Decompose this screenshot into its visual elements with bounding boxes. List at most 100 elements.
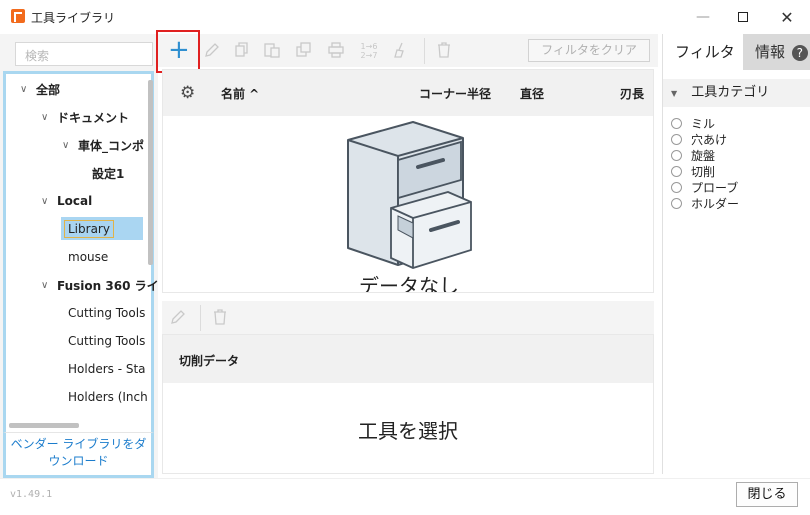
tree-label: Fusion 360 ライ (57, 278, 159, 293)
radio-button[interactable] (671, 117, 682, 129)
column-diameter[interactable]: 直径 (520, 85, 544, 102)
category-holder[interactable]: ホルダー (671, 195, 739, 211)
horizontal-scrollbar[interactable] (9, 423, 79, 428)
window-title: 工具ライブラリ (31, 11, 116, 25)
clean-brush-icon[interactable] (390, 41, 410, 61)
download-vendor-library-link[interactable]: ベンダー ライブラリをダ ウンロード (3, 432, 154, 478)
tree-label: Cutting Tools (68, 334, 146, 348)
library-tree: ∨ 全部 ∨ ドキュメント ∨ 車体_コンポ 設定1 ∨ Local Libra… (3, 71, 159, 478)
title-bar: 工具ライブラリ — ✕ (0, 0, 810, 34)
library-panel: 検索 ∨ 全部 ∨ ドキュメント ∨ 車体_コンポ 設定1 ∨ Local Li… (0, 34, 159, 478)
tree-label: Holders (Inch (68, 390, 148, 404)
chevron-down-icon[interactable]: ∨ (41, 196, 53, 207)
clear-filter-button[interactable]: フィルタをクリア (528, 39, 650, 62)
edit-pencil-icon[interactable] (168, 308, 188, 328)
category-cutting[interactable]: 切削 (671, 163, 715, 179)
vendor-link-line2: ウンロード (48, 454, 109, 468)
radio-button[interactable] (671, 149, 682, 161)
grid-header: ⚙ 名前 ^ コーナー半径 直径 刃長 (163, 70, 653, 116)
radio-button[interactable] (671, 197, 682, 209)
category-drill[interactable]: 穴あけ (671, 131, 727, 147)
tree-label: ドキュメント (57, 110, 130, 125)
category-label: 穴あけ (691, 132, 728, 147)
radio-button[interactable] (671, 165, 682, 177)
footer-divider (0, 478, 810, 479)
edit-pencil-icon[interactable] (202, 41, 222, 61)
cutting-toolbar (162, 301, 654, 334)
category-label: 切削 (691, 164, 716, 179)
collapse-triangle-icon: ▼ (671, 89, 678, 98)
copy-icon[interactable] (232, 41, 252, 61)
tree-item-document[interactable]: ∨ ドキュメント (41, 106, 129, 128)
renumber-icon[interactable]: 1→6 2→7 (356, 41, 382, 61)
tree-label: Holders - Sta (68, 362, 146, 376)
tree-label: Library (64, 220, 114, 238)
cutting-data-label: 切削データ (179, 354, 240, 368)
maximize-icon (738, 12, 748, 22)
tree-item-holders-standard[interactable]: Holders - Sta (68, 358, 146, 380)
tree-label: mouse (68, 250, 109, 264)
vendor-link-line1: ベンダー ライブラリをダ (10, 437, 147, 451)
category-label: プローブ (691, 180, 739, 195)
tree-item-cutting-tools-1[interactable]: Cutting Tools (68, 302, 145, 324)
filter-panel: フィルタ 情報 ? ▼ 工具カテゴリ ミル 穴あけ 旋盤 切削 プローブ ホルダ… (662, 34, 810, 474)
search-input[interactable]: 検索 (15, 42, 153, 66)
tree-item-holders-inch[interactable]: Holders (Inch (68, 386, 148, 408)
empty-cabinet-illustration (347, 121, 472, 269)
tree-label: 全部 (36, 82, 61, 97)
tool-toolbar: + 1→6 2→7 フィルタをクリア (158, 34, 658, 67)
tab-filter[interactable]: フィルタ (663, 34, 743, 70)
no-data-message: データなし (359, 274, 459, 293)
tool-grid: ⚙ 名前 ^ コーナー半径 直径 刃長 データなし (162, 69, 654, 293)
chevron-down-icon[interactable]: ∨ (20, 84, 32, 95)
tree-item-cutting-tools-2[interactable]: Cutting Tools (68, 330, 145, 352)
column-corner-radius[interactable]: コーナー半径 (419, 85, 491, 102)
app-logo-icon (11, 9, 25, 23)
category-turning[interactable]: 旋盤 (671, 147, 715, 163)
add-button-highlight (156, 30, 200, 73)
tab-info-label: 情報 (755, 43, 786, 61)
tree-item-fusion360[interactable]: ∨ Fusion 360 ライ (41, 274, 159, 296)
tab-info[interactable]: 情報 ? (743, 34, 810, 70)
tree-item-mouse[interactable]: mouse (68, 246, 108, 268)
tool-category-header[interactable]: ▼ 工具カテゴリ (663, 79, 810, 107)
print-icon[interactable] (326, 41, 346, 61)
tree-item-local[interactable]: ∨ Local (41, 190, 92, 212)
category-probe[interactable]: プローブ (671, 179, 738, 195)
gear-icon[interactable]: ⚙ (180, 83, 195, 103)
duplicate-icon[interactable] (294, 41, 314, 61)
category-label: ミル (691, 116, 716, 131)
category-label: 旋盤 (691, 148, 716, 163)
tool-category-label: 工具カテゴリ (691, 85, 770, 100)
right-tab-bar: フィルタ 情報 ? (663, 34, 810, 70)
toolbar-divider (200, 305, 201, 331)
radio-button[interactable] (671, 133, 682, 145)
chevron-down-icon[interactable]: ∨ (41, 112, 53, 123)
select-tool-message: 工具を選択 (358, 419, 458, 443)
tree-item-setup1[interactable]: 設定1 (92, 162, 124, 184)
tree-item-all[interactable]: ∨ 全部 (20, 78, 60, 100)
chevron-down-icon[interactable]: ∨ (62, 140, 74, 151)
column-name[interactable]: 名前 ^ (221, 85, 259, 102)
version-label: v1.49.1 (10, 489, 53, 500)
vertical-scrollbar[interactable] (148, 80, 153, 265)
column-flute-length[interactable]: 刃長 (620, 85, 644, 102)
tree-item-component[interactable]: ∨ 車体_コンポ (62, 134, 144, 156)
delete-trash-icon[interactable] (210, 308, 230, 328)
cutting-data-header: 切削データ (163, 335, 653, 383)
tree-label: 設定1 (92, 166, 125, 181)
close-button[interactable]: 閉じる (736, 482, 798, 507)
close-window-button[interactable]: ✕ (764, 0, 810, 34)
tree-label: Cutting Tools (68, 306, 146, 320)
paste-icon[interactable] (262, 41, 282, 61)
chevron-down-icon[interactable]: ∨ (41, 280, 53, 291)
tree-item-library[interactable]: Library (64, 218, 114, 240)
maximize-button[interactable] (720, 0, 766, 34)
help-icon[interactable]: ? (791, 44, 808, 61)
delete-trash-icon[interactable] (434, 41, 454, 61)
cutting-data-panel: 切削データ 工具を選択 (162, 334, 654, 474)
category-label: ホルダー (691, 196, 740, 211)
radio-button[interactable] (671, 181, 682, 193)
tree-label: 車体_コンポ (78, 138, 145, 153)
category-mill[interactable]: ミル (671, 115, 715, 131)
